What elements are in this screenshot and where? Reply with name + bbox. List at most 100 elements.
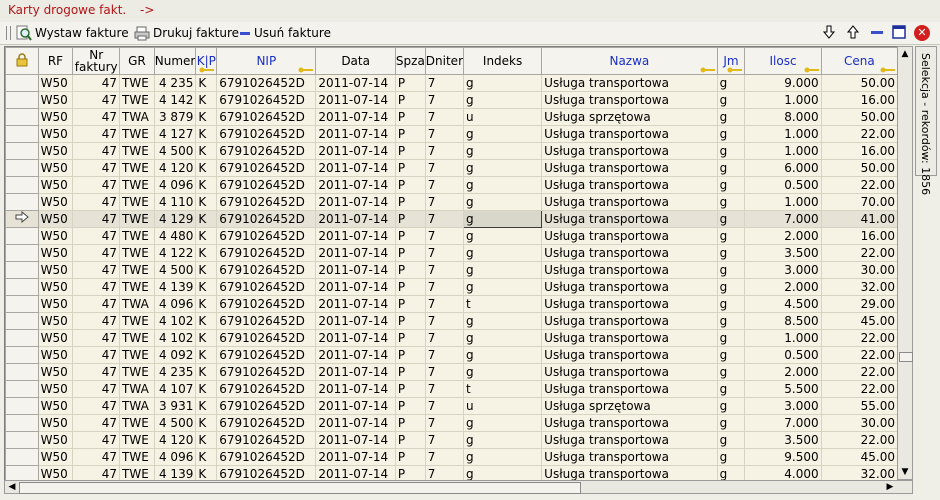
table-cell[interactable]: Usługa transportowa xyxy=(541,448,718,466)
table-cell[interactable]: 2.000 xyxy=(744,278,822,296)
table-cell[interactable]: g xyxy=(462,193,543,211)
table-cell[interactable]: 4 122 xyxy=(153,244,197,262)
table-row[interactable]: W50 47 TWA 4 096 K 6791026452D 2011-07-14 P 7 t Us… xyxy=(5,295,898,313)
table-cell[interactable]: 47 xyxy=(72,108,121,126)
table-cell[interactable]: Usługa transportowa xyxy=(541,142,718,160)
table-cell[interactable]: W50 xyxy=(37,244,74,262)
table-cell[interactable]: g xyxy=(462,244,543,262)
table-cell[interactable]: 47 xyxy=(72,414,121,432)
table-cell[interactable]: K xyxy=(195,380,218,398)
table-cell[interactable]: TWE xyxy=(119,312,155,330)
table-row[interactable]: W50 47 TWA 4 107 K 6791026452D 2011-07-14 P 7 t Us… xyxy=(5,380,898,398)
table-cell[interactable]: 7 xyxy=(424,380,465,398)
table-cell[interactable]: 4 139 xyxy=(153,278,197,296)
table-cell[interactable]: K xyxy=(195,108,218,126)
table-cell[interactable]: 3.000 xyxy=(744,397,822,415)
scroll-down-button[interactable] xyxy=(821,25,837,41)
table-cell[interactable]: g xyxy=(716,108,746,126)
table-cell[interactable]: P xyxy=(394,108,426,126)
row-selector[interactable] xyxy=(5,91,39,109)
table-cell[interactable]: g xyxy=(462,142,543,160)
table-cell[interactable]: W50 xyxy=(37,431,74,449)
row-selector[interactable] xyxy=(5,414,39,432)
horizontal-scroll-thumb[interactable] xyxy=(19,482,581,494)
table-cell[interactable]: 47 xyxy=(72,295,121,313)
table-cell[interactable]: P xyxy=(394,261,426,279)
table-cell[interactable]: 7 xyxy=(424,346,465,364)
table-cell[interactable]: P xyxy=(394,176,426,194)
table-cell[interactable]: 2011-07-14 xyxy=(315,142,396,160)
table-cell[interactable]: 3.000 xyxy=(744,261,822,279)
table-cell[interactable]: 6791026452D xyxy=(216,312,317,330)
table-cell[interactable]: 7.000 xyxy=(744,210,822,228)
table-cell[interactable]: TWE xyxy=(119,346,155,364)
maximize-button[interactable] xyxy=(891,25,907,41)
table-cell[interactable]: 2011-07-14 xyxy=(315,363,396,381)
table-cell[interactable]: u xyxy=(462,397,543,415)
table-cell[interactable]: 47 xyxy=(72,261,121,279)
row-selector[interactable] xyxy=(5,125,39,143)
table-cell[interactable]: K xyxy=(195,363,218,381)
table-cell[interactable]: 8.500 xyxy=(744,312,822,330)
selection-side-tab[interactable]: Selekcja - rekordów: 1856 xyxy=(915,46,937,195)
scroll-down-arrow[interactable]: ▼ xyxy=(899,466,911,478)
table-row[interactable]: W50 47 TWE 4 235 K 6791026452D 2011-07-14 P 7 g Us… xyxy=(5,363,898,381)
table-cell[interactable]: g xyxy=(716,397,746,415)
table-cell[interactable]: 4 107 xyxy=(153,380,197,398)
row-selector[interactable] xyxy=(5,397,39,415)
table-cell[interactable]: 47 xyxy=(72,380,121,398)
issue-invoice-button[interactable]: Wystaw fakture xyxy=(16,25,129,41)
table-cell[interactable]: K xyxy=(195,261,218,279)
table-cell[interactable]: K xyxy=(195,431,218,449)
table-cell[interactable]: Usługa sprzętowa xyxy=(541,397,718,415)
table-cell[interactable]: 6791026452D xyxy=(216,159,317,177)
table-cell[interactable]: P xyxy=(394,380,426,398)
table-row[interactable]: W50 47 TWE 4 122 K 6791026452D 2011-07-14 P 7 g Us… xyxy=(5,244,898,262)
row-selector[interactable] xyxy=(5,329,39,347)
table-cell[interactable]: P xyxy=(394,346,426,364)
table-cell[interactable]: 22.00 xyxy=(820,431,898,449)
table-cell[interactable]: 6.000 xyxy=(744,159,822,177)
table-cell[interactable]: 7 xyxy=(424,312,465,330)
table-cell[interactable]: 45.00 xyxy=(820,312,898,330)
table-cell[interactable]: g xyxy=(716,193,746,211)
table-cell[interactable]: 70.00 xyxy=(820,193,898,211)
table-cell[interactable]: W50 xyxy=(37,125,74,143)
table-cell[interactable]: Usługa transportowa xyxy=(541,159,718,177)
row-selector[interactable] xyxy=(5,431,39,449)
table-cell[interactable]: TWE xyxy=(119,142,155,160)
table-cell[interactable]: 4.500 xyxy=(744,295,822,313)
table-cell[interactable]: 29.00 xyxy=(820,295,898,313)
table-cell[interactable]: 47 xyxy=(72,74,121,92)
table-cell[interactable]: g xyxy=(716,210,746,228)
table-cell[interactable]: 6791026452D xyxy=(216,397,317,415)
table-cell[interactable]: W50 xyxy=(37,74,74,92)
column-header[interactable]: Numer xyxy=(153,47,197,75)
table-cell[interactable]: 22.00 xyxy=(820,176,898,194)
table-cell[interactable]: 22.00 xyxy=(820,125,898,143)
table-cell[interactable]: 6791026452D xyxy=(216,91,317,109)
table-cell[interactable]: 2011-07-14 xyxy=(315,227,396,245)
table-cell[interactable]: Usługa transportowa xyxy=(541,176,718,194)
table-cell[interactable]: TWE xyxy=(119,227,155,245)
table-cell[interactable]: 6791026452D xyxy=(216,278,317,296)
table-cell[interactable]: 7 xyxy=(424,397,465,415)
table-cell[interactable]: 9.500 xyxy=(744,448,822,466)
table-cell[interactable]: W50 xyxy=(37,312,74,330)
table-cell[interactable]: 4 120 xyxy=(153,431,197,449)
table-cell[interactable]: K xyxy=(195,176,218,194)
table-cell[interactable]: 47 xyxy=(72,125,121,143)
column-header[interactable]: Jm xyxy=(716,47,746,75)
table-cell[interactable]: K xyxy=(195,159,218,177)
table-cell[interactable]: u xyxy=(462,108,543,126)
table-cell[interactable]: 3.500 xyxy=(744,244,822,262)
table-cell[interactable]: P xyxy=(394,91,426,109)
table-cell[interactable]: g xyxy=(462,227,543,245)
table-cell[interactable]: 2011-07-14 xyxy=(315,261,396,279)
table-cell[interactable]: 4 129 xyxy=(153,210,197,228)
table-cell[interactable]: W50 xyxy=(37,363,74,381)
table-cell[interactable]: 4 500 xyxy=(153,414,197,432)
table-row[interactable]: W50 47 TWE 4 096 K 6791026452D 2011-07-14 P 7 g Us… xyxy=(5,176,898,194)
table-cell[interactable]: TWE xyxy=(119,210,155,228)
table-row[interactable]: W50 47 TWE 4 500 K 6791026452D 2011-07-14 P 7 g Us… xyxy=(5,414,898,432)
